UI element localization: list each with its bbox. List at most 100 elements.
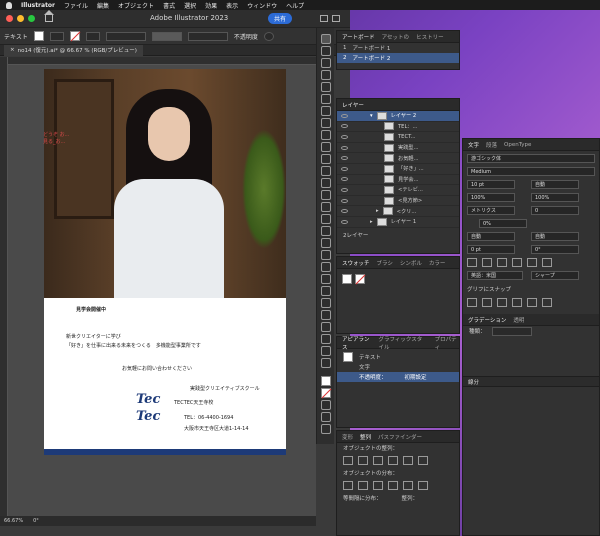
appearance-opacity-row[interactable]: 不透明度： 初期設定: [337, 372, 459, 382]
tab-history[interactable]: ヒストリー: [416, 33, 444, 41]
stroke-swatch[interactable]: [69, 31, 80, 41]
share-button[interactable]: 共有: [268, 13, 293, 24]
toolbar-fill-swatch[interactable]: [320, 376, 331, 386]
tab-layers[interactable]: レイヤー: [342, 101, 364, 109]
line-tool-icon[interactable]: [320, 118, 331, 128]
fill-dropdown[interactable]: [49, 31, 64, 41]
apple-icon[interactable]: [6, 1, 12, 9]
direct-selection-tool-icon[interactable]: [320, 46, 331, 56]
menu-app-name[interactable]: Illustrator: [21, 2, 55, 9]
tectec-logo[interactable]: Tec Tec: [132, 387, 172, 425]
underline-icon[interactable]: [527, 258, 537, 267]
selection-tool-icon[interactable]: [320, 34, 331, 44]
width-tool-icon[interactable]: [320, 202, 331, 212]
tab-pathfinder[interactable]: パスファインダー: [378, 433, 422, 441]
artboard-row[interactable]: 2 アートボード 2: [337, 53, 459, 63]
menu-view[interactable]: 表示: [226, 1, 238, 10]
tab-appearance[interactable]: アピアランス: [342, 335, 372, 351]
align-top-icon[interactable]: [388, 456, 398, 465]
variable-width-dropdown[interactable]: [151, 31, 182, 41]
snap-angular-icon[interactable]: [527, 298, 537, 307]
artboard-text-contact[interactable]: お気軽にお問い合わせください: [122, 365, 192, 372]
anti-aliasing-dropdown[interactable]: シャープ: [531, 271, 579, 280]
edit-toolbar-icon[interactable]: [320, 424, 331, 434]
menu-help[interactable]: ヘルプ: [286, 1, 304, 10]
horizontal-scale-field[interactable]: 100%: [531, 193, 579, 202]
align-left-icon[interactable]: [343, 456, 353, 465]
appearance-character-row[interactable]: 文字: [337, 362, 459, 372]
curvature-tool-icon[interactable]: [320, 94, 331, 104]
pen-tool-icon[interactable]: [320, 82, 331, 92]
layer-row[interactable]: お気軽...: [337, 153, 459, 164]
tab-properties[interactable]: プロパティ: [435, 335, 459, 351]
stroke-section-header[interactable]: 線分: [463, 376, 599, 387]
artboard-text-open-house[interactable]: 見学会開催中: [76, 306, 106, 313]
snap-x-height-icon[interactable]: [482, 298, 492, 307]
subscript-icon[interactable]: [512, 258, 522, 267]
tab-transform[interactable]: 変形: [342, 433, 353, 441]
distribute-hcenter-icon[interactable]: [403, 481, 413, 490]
menu-window[interactable]: ウィンドウ: [247, 1, 277, 10]
align-hcenter-icon[interactable]: [358, 456, 368, 465]
type-tool-icon[interactable]: [320, 106, 331, 116]
layer-row[interactable]: TECT...: [337, 132, 459, 143]
minimize-window-button[interactable]: [17, 15, 24, 22]
artboard-text-learn[interactable]: 新世クリエイターに学び: [66, 333, 121, 340]
magic-wand-tool-icon[interactable]: [320, 58, 331, 68]
stroke-weight-field[interactable]: [105, 31, 146, 41]
tab-align[interactable]: 整列: [360, 433, 371, 441]
visibility-eye-icon[interactable]: [341, 198, 348, 203]
lasso-tool-icon[interactable]: [320, 70, 331, 80]
appearance-object-type[interactable]: テキスト: [337, 352, 459, 362]
distribute-left-icon[interactable]: [388, 481, 398, 490]
screen-mode-icon[interactable]: [320, 412, 331, 422]
distribute-bottom-icon[interactable]: [373, 481, 383, 490]
align-vcenter-icon[interactable]: [403, 456, 413, 465]
font-weight-field[interactable]: Medium: [467, 167, 595, 176]
tab-symbols[interactable]: シンボル: [400, 259, 422, 267]
document-tab[interactable]: × no14 (復元).ai* @ 66.67 % (RGB/プレビュー): [4, 44, 143, 56]
symbol-sprayer-tool-icon[interactable]: [320, 298, 331, 308]
zoom-level[interactable]: 66.67%: [4, 518, 23, 524]
free-transform-tool-icon[interactable]: [320, 214, 331, 224]
workspace-icon[interactable]: [332, 15, 340, 22]
zoom-window-button[interactable]: [28, 15, 35, 22]
stroke-dropdown[interactable]: [85, 31, 100, 41]
visibility-eye-icon[interactable]: [341, 219, 348, 224]
close-tab-icon[interactable]: ×: [10, 47, 15, 53]
language-dropdown[interactable]: 英語：米国: [467, 271, 523, 280]
snap-baseline-icon[interactable]: [467, 298, 477, 307]
snap-anchor-icon[interactable]: [542, 298, 552, 307]
toolbar-stroke-swatch[interactable]: [320, 388, 331, 398]
zoom-tool-icon[interactable]: [320, 358, 331, 368]
home-icon[interactable]: [44, 10, 54, 22]
visibility-eye-icon[interactable]: [341, 166, 348, 171]
tab-swatches[interactable]: スウォッチ: [342, 259, 370, 267]
tab-artboards[interactable]: アートボード: [342, 33, 375, 41]
vertical-scale-field[interactable]: 100%: [467, 193, 515, 202]
visibility-eye-icon[interactable]: [341, 187, 348, 192]
pencil-tool-icon[interactable]: [320, 154, 331, 164]
mesh-tool-icon[interactable]: [320, 250, 331, 260]
tab-brushes[interactable]: ブラシ: [377, 259, 393, 267]
visibility-eye-icon[interactable]: [341, 156, 348, 161]
visibility-eye-icon[interactable]: [341, 134, 348, 139]
tracking-field[interactable]: 0: [531, 206, 579, 215]
canvas-area[interactable]: 見学会開催中 新世クリエイターに学び 「好き」を仕事に出来る未来をつくる 多機能…: [8, 65, 316, 519]
aki-right-field[interactable]: 自動: [531, 232, 579, 241]
gradient-type-dropdown[interactable]: [491, 326, 532, 336]
shape-builder-tool-icon[interactable]: [320, 226, 331, 236]
tab-opentype[interactable]: OpenType: [504, 142, 531, 148]
visibility-eye-icon[interactable]: [341, 209, 348, 214]
menu-type[interactable]: 書式: [163, 1, 175, 10]
layer-row[interactable]: ▸ <クリ...: [337, 206, 459, 217]
visibility-eye-icon[interactable]: [341, 145, 348, 150]
distribute-top-icon[interactable]: [343, 481, 353, 490]
scale-tool-icon[interactable]: [320, 190, 331, 200]
artboard-text-mission[interactable]: 「好き」を仕事に出来る未来をつくる 多機能型事業所です: [66, 342, 201, 349]
visibility-eye-icon[interactable]: [341, 113, 348, 118]
style-icon[interactable]: [263, 31, 274, 41]
menu-edit[interactable]: 編集: [97, 1, 109, 10]
distribute-vcenter-icon[interactable]: [358, 481, 368, 490]
artboard-row[interactable]: 1 アートボード 1: [337, 43, 459, 53]
